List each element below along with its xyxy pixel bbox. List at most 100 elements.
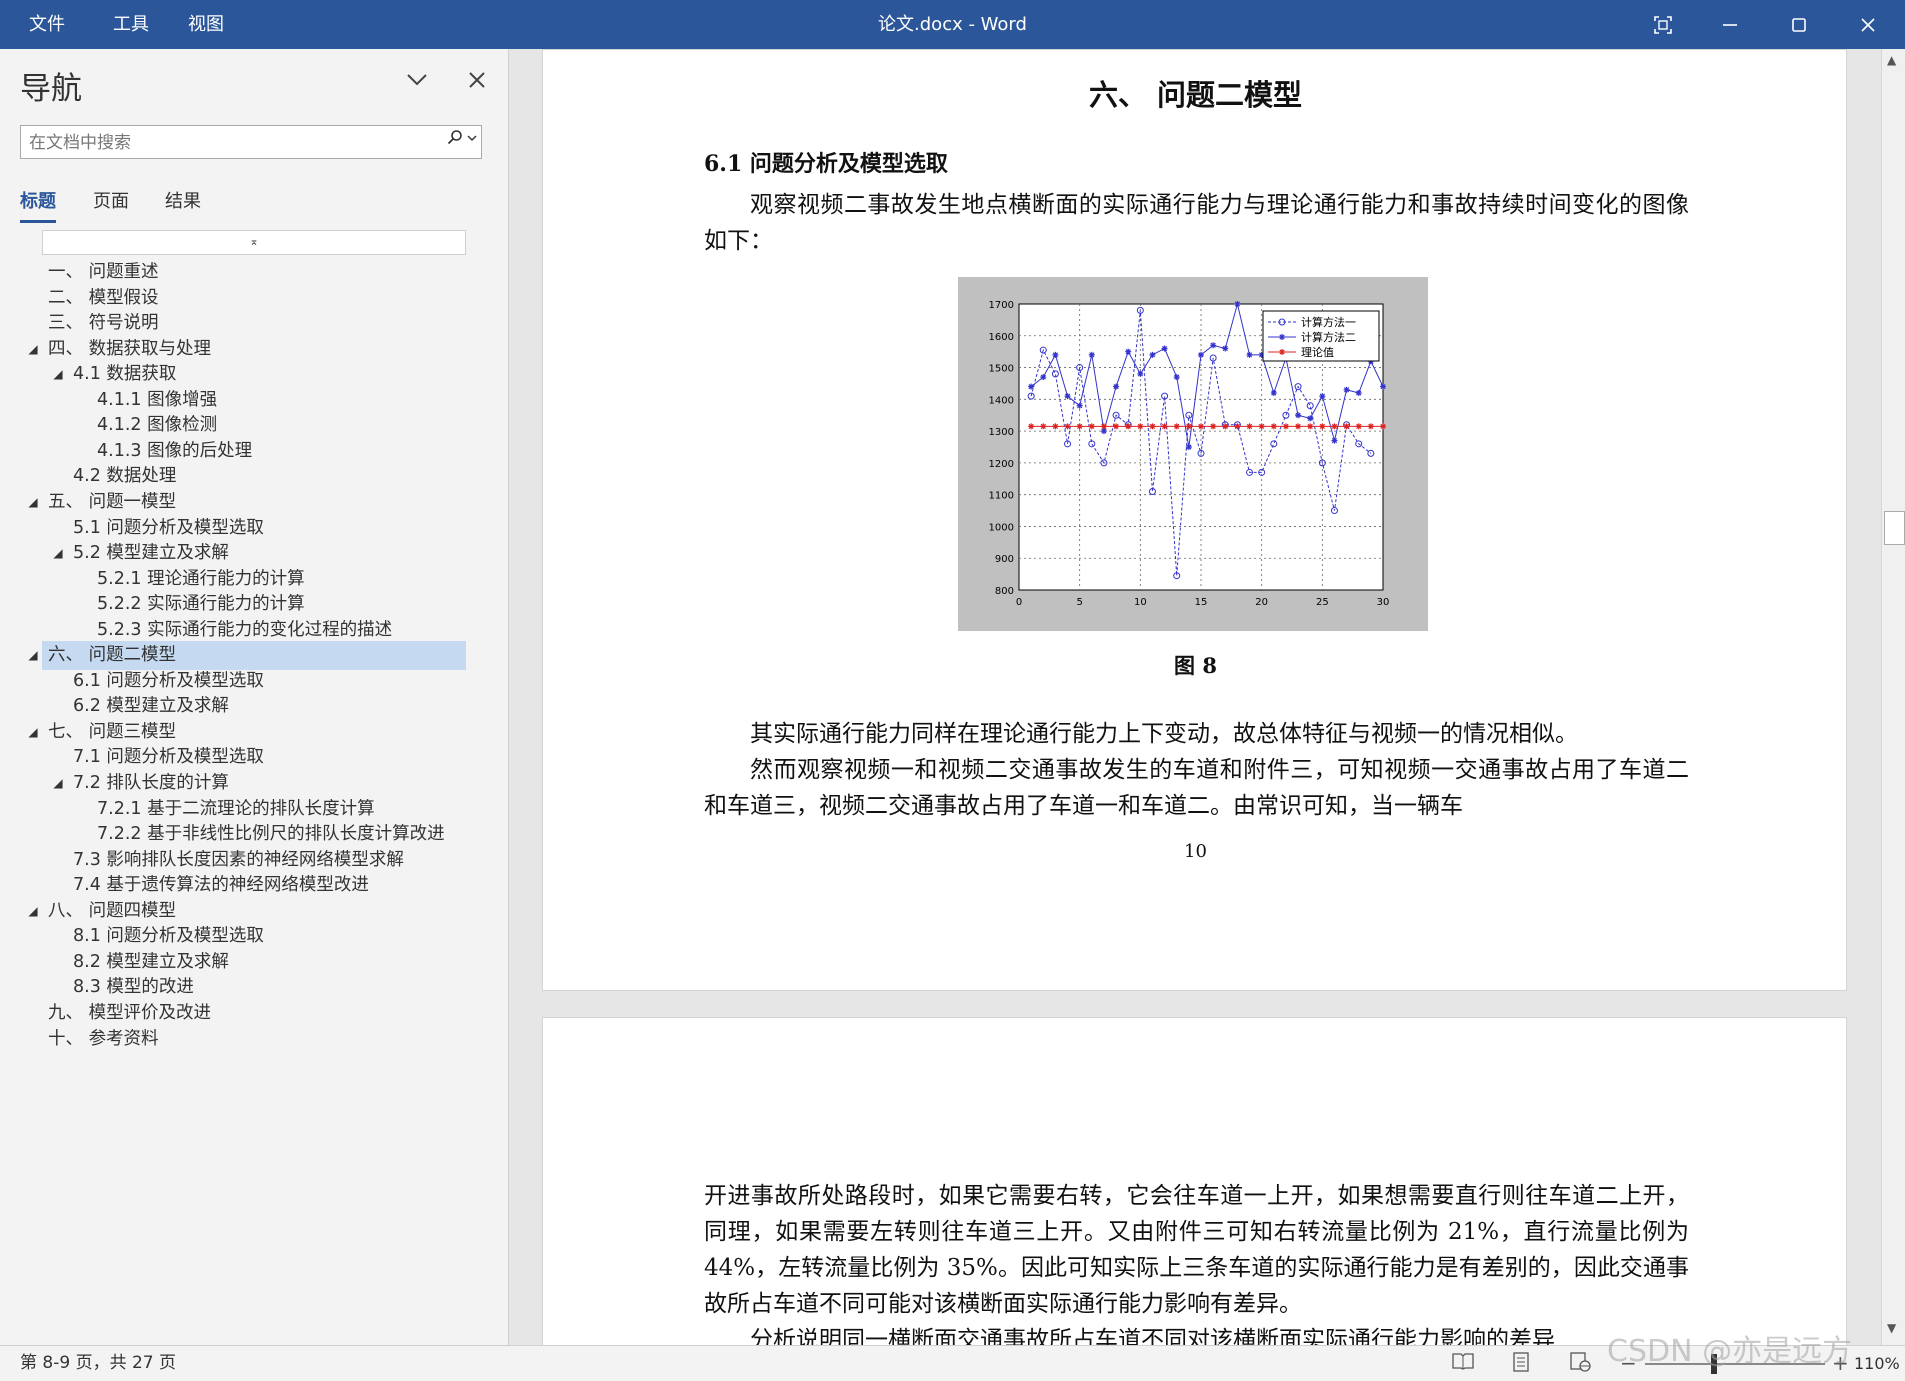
vertical-scrollbar[interactable]: ▲ ▼: [1881, 49, 1905, 1345]
x-tick-label: 15: [1195, 597, 1208, 608]
title-bar: 文件 工具 视图 论文.docx - Word: [0, 0, 1905, 49]
data-point: [1380, 383, 1386, 390]
paragraph: 然而观察视频一和视频二交通事故发生的车道和附件三，可知视频一交通事故占用了车道二…: [704, 757, 1689, 819]
collapse-toggle-icon[interactable]: ◢: [26, 488, 40, 517]
heading-item[interactable]: 三、 符号说明: [48, 309, 159, 338]
heading-item[interactable]: 十、 参考资料: [48, 1025, 159, 1054]
collapse-toggle-icon[interactable]: ◢: [26, 718, 40, 747]
legend-label: 计算方法二: [1301, 330, 1356, 344]
collapse-toggle-icon[interactable]: ◢: [26, 897, 40, 926]
search-icon[interactable]: [447, 129, 463, 150]
search-input[interactable]: [27, 126, 451, 160]
data-point: [1210, 423, 1217, 430]
print-layout-icon[interactable]: [1506, 1352, 1536, 1376]
y-tick-label: 1100: [989, 491, 1014, 502]
y-tick-label: 1700: [989, 300, 1014, 311]
data-point: [1088, 351, 1095, 358]
tab-pages[interactable]: 页面: [93, 187, 129, 213]
data-point: [1113, 423, 1120, 430]
heading-item[interactable]: 九、 模型评价及改进: [48, 999, 211, 1028]
chevron-down-icon[interactable]: [402, 65, 432, 95]
collapse-all-button[interactable]: ⌅: [42, 230, 466, 255]
data-point: [1246, 351, 1253, 358]
heading-item[interactable]: 一、 问题重述: [48, 258, 159, 287]
x-tick-label: 30: [1377, 597, 1390, 608]
navigation-pane: 导航 标题 页面 结果 ⌅ 一、 问题重述二、 模型假设三、 符号说明◢四、 数…: [0, 49, 509, 1345]
heading-item[interactable]: 六、 问题二模型: [42, 641, 466, 670]
scroll-up-icon[interactable]: ▲: [1887, 53, 1896, 67]
x-tick-label: 20: [1255, 597, 1268, 608]
data-point: [1270, 389, 1277, 396]
collapse-toggle-icon[interactable]: ◢: [51, 360, 65, 389]
data-point: [1028, 383, 1035, 390]
fullscreen-icon[interactable]: [1630, 0, 1696, 49]
menu-tools[interactable]: 工具: [113, 0, 149, 49]
document-area[interactable]: 六、 问题二模型 6.1 问题分析及模型选取 观察视频二事故发生地点横断面的实际…: [509, 49, 1881, 1345]
collapse-toggle-icon[interactable]: ◢: [26, 641, 40, 670]
web-layout-icon[interactable]: [1565, 1352, 1595, 1376]
heading-item[interactable]: 7.2.2 基于非线性比例尺的排队长度计算改进: [97, 820, 445, 849]
heading-item[interactable]: 5.2 模型建立及求解: [73, 539, 229, 568]
tab-results[interactable]: 结果: [165, 187, 201, 213]
paragraph: 其实际通行能力同样在理论通行能力上下变动，故总体特征与视频一的情况相似。: [750, 721, 1578, 747]
read-mode-icon[interactable]: [1448, 1352, 1478, 1376]
y-tick-label: 1200: [989, 459, 1014, 470]
data-point: [1355, 423, 1362, 430]
data-point: [1319, 423, 1326, 430]
scroll-down-icon[interactable]: ▼: [1887, 1321, 1896, 1335]
zoom-level[interactable]: 110%: [1854, 1346, 1900, 1381]
heading-item[interactable]: 4.1.2 图像检测: [97, 411, 217, 440]
y-tick-label: 900: [995, 554, 1014, 565]
y-tick-label: 1400: [989, 395, 1014, 406]
page-number: 10: [1184, 841, 1207, 862]
heading-item[interactable]: 7.4 基于遗传算法的神经网络模型改进: [73, 871, 369, 900]
data-point: [1076, 423, 1083, 430]
y-tick-label: 1600: [989, 332, 1014, 343]
data-point: [1343, 386, 1350, 393]
data-point: [1173, 374, 1180, 381]
data-point: [1295, 412, 1302, 419]
minimize-icon[interactable]: [1697, 0, 1763, 49]
heading-item[interactable]: 4.1 数据获取: [73, 360, 176, 389]
close-pane-icon[interactable]: [462, 65, 492, 95]
data-point: [1125, 423, 1132, 430]
data-point: [1076, 402, 1083, 409]
paragraph: 开进事故所处路段时，如果它需要右转，它会往车道一上开，如果想需要直行则往车道二上…: [704, 1183, 1689, 1317]
data-point: [1307, 423, 1314, 430]
collapse-toggle-icon[interactable]: ◢: [51, 769, 65, 798]
collapse-toggle-icon[interactable]: ◢: [51, 539, 65, 568]
x-tick-label: 0: [1016, 597, 1022, 608]
data-point: [1295, 423, 1302, 430]
heading-item[interactable]: 4.2 数据处理: [73, 462, 176, 491]
search-options-chevron-icon[interactable]: [467, 132, 477, 145]
data-point: [1052, 351, 1059, 358]
menu-view[interactable]: 视图: [188, 0, 224, 49]
scrollbar-thumb[interactable]: [1884, 511, 1905, 545]
line-chart: 0 5 10 15 20 25 30 800 900 1000 1100 1200 1300 1400 15…: [989, 300, 1390, 608]
maximize-icon[interactable]: [1766, 0, 1832, 49]
data-point: [1367, 423, 1374, 430]
heading-item[interactable]: 8.1 问题分析及模型选取: [73, 922, 264, 951]
menu-file[interactable]: 文件: [29, 0, 65, 49]
nav-title: 导航: [20, 71, 82, 107]
data-point: [1234, 423, 1241, 430]
legend-label: 计算方法一: [1301, 315, 1356, 329]
watermark: CSDN @亦是远方: [1607, 1334, 1853, 1369]
data-point: [1173, 423, 1180, 430]
heading-item[interactable]: 5.2.2 实际通行能力的计算: [97, 590, 305, 619]
heading-item[interactable]: 7.2 排队长度的计算: [73, 769, 229, 798]
data-point: [1137, 370, 1144, 377]
tab-headings[interactable]: 标题: [20, 187, 56, 213]
heading-item[interactable]: 6.2 模型建立及求解: [73, 692, 229, 721]
search-box: [20, 125, 482, 160]
close-icon[interactable]: [1835, 0, 1901, 49]
heading-item[interactable]: 五、 问题一模型: [48, 488, 176, 517]
page: 六、 问题二模型 6.1 问题分析及模型选取 观察视频二事故发生地点横断面的实际…: [542, 49, 1847, 991]
heading-item[interactable]: 7.1 问题分析及模型选取: [73, 743, 264, 772]
subsection-heading: 6.1 问题分析及模型选取: [704, 151, 948, 177]
heading-item[interactable]: 8.3 模型的改进: [73, 973, 194, 1002]
y-tick-label: 1300: [989, 427, 1014, 438]
data-point: [1149, 351, 1156, 358]
collapse-toggle-icon[interactable]: ◢: [26, 335, 40, 364]
data-point: [1331, 437, 1338, 444]
